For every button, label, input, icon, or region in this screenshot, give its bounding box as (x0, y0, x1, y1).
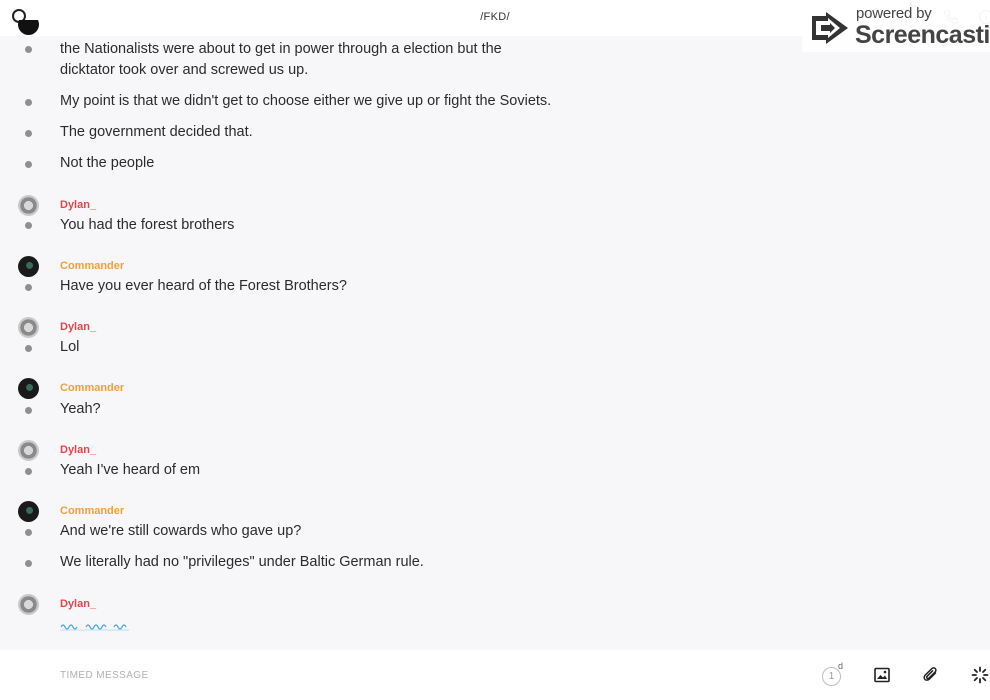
avatar-commander[interactable] (18, 378, 39, 399)
message-text: dicktator took over and screwed us up. (60, 62, 309, 78)
message-bullet (25, 407, 32, 414)
message-bullet (25, 468, 32, 475)
message-text: We literally had no "privileges" under B… (60, 554, 424, 570)
avatar-dylan[interactable] (18, 594, 39, 615)
message-bullet (25, 345, 32, 352)
timer-button[interactable]: 1 d (820, 661, 848, 686)
author-name[interactable]: Dylan_ (60, 444, 96, 456)
message-text: You had the forest brothers (60, 217, 235, 233)
message-text: Yeah I've heard of em (60, 462, 201, 478)
timer-unit: d (838, 661, 844, 671)
image-icon[interactable] (873, 666, 891, 684)
message-input[interactable] (60, 664, 760, 686)
author-name[interactable]: Dylan_ (60, 199, 96, 211)
avatar-commander[interactable] (18, 256, 39, 277)
message-bullet (25, 161, 32, 168)
composer-bar: 1 d (0, 650, 990, 700)
avatar-commander (18, 20, 39, 35)
message-bullet (25, 529, 32, 536)
sparkle-icon[interactable] (971, 666, 989, 684)
message-list: the Nationalists were about to get in po… (0, 20, 990, 650)
message-text: the Nationalists were about to get in po… (60, 41, 502, 57)
message-bullet (25, 99, 32, 106)
message-text: Lol (60, 339, 80, 355)
message-bullet (25, 130, 32, 137)
author-name[interactable]: Dylan_ (60, 598, 96, 610)
message-text: Have you ever heard of the Forest Brothe… (60, 278, 347, 294)
message-text: The government decided that. (60, 124, 253, 140)
message-bullet (25, 222, 32, 229)
typing-indicator-icon (60, 618, 130, 631)
author-name[interactable]: Commander (60, 382, 124, 394)
avatar-commander[interactable] (18, 501, 39, 522)
message-text: Yeah? (60, 401, 101, 417)
message-bullet (25, 284, 32, 291)
message-text: And we're still cowards who gave up? (60, 523, 302, 539)
author-name[interactable]: Commander (60, 260, 124, 272)
paperclip-icon[interactable] (922, 666, 940, 684)
avatar-dylan[interactable] (18, 317, 39, 338)
message-text: Not the people (60, 155, 155, 171)
avatar-dylan[interactable] (18, 195, 39, 216)
avatar-dylan[interactable] (18, 440, 39, 461)
author-name[interactable]: Dylan_ (60, 321, 96, 333)
message-text: My point is that we didn't get to choose… (60, 93, 552, 109)
author-name[interactable]: Commander (60, 505, 124, 517)
message-bullet (25, 46, 32, 53)
message-bullet (25, 560, 32, 567)
